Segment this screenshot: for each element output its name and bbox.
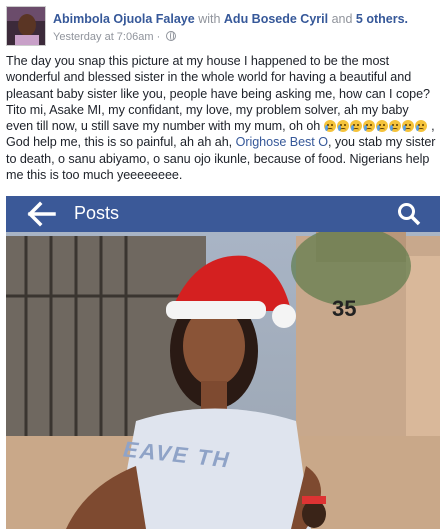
others-link[interactable]: 5 others. <box>356 12 408 26</box>
app-bar-title: Posts <box>74 203 120 223</box>
post-body: The day you snap this picture at my hous… <box>6 53 438 183</box>
photo-scene <box>6 196 440 529</box>
post-photo[interactable]: Posts 35 EAVE TH <box>6 196 440 529</box>
crying-face-icon <box>323 120 336 133</box>
post-meta: Yesterday at 7:06am · <box>53 31 177 43</box>
crying-face-icon <box>388 120 401 133</box>
app-bar: Posts <box>6 196 440 232</box>
meta-separator: · <box>156 31 161 43</box>
mention-link[interactable]: Orighose Best O <box>236 135 328 149</box>
post-timestamp[interactable]: Yesterday at 7:06am <box>53 31 154 43</box>
loudly-crying-face-icon <box>362 120 375 133</box>
with-text: with <box>198 12 221 26</box>
arrow-left-icon[interactable] <box>26 201 56 227</box>
crying-face-icon <box>414 120 427 133</box>
tagged-person-link[interactable]: Adu Bosede Cyril <box>224 12 328 26</box>
crying-face-icon <box>375 120 388 133</box>
globe-icon[interactable] <box>166 31 177 41</box>
author-line: Abimbola Ojuola Falaye with Adu Bosede C… <box>53 12 408 26</box>
post-header: Abimbola Ojuola Falaye with Adu Bosede C… <box>6 6 436 48</box>
and-text: and <box>331 12 353 26</box>
author-avatar[interactable] <box>6 6 46 46</box>
crying-face-icon <box>401 120 414 133</box>
house-number: 35 <box>332 296 357 321</box>
loudly-crying-face-icon <box>349 120 362 133</box>
loudly-crying-face-icon <box>336 120 349 133</box>
author-name-link[interactable]: Abimbola Ojuola Falaye <box>53 12 195 26</box>
search-icon[interactable] <box>397 202 421 226</box>
emoji-row <box>323 119 431 133</box>
